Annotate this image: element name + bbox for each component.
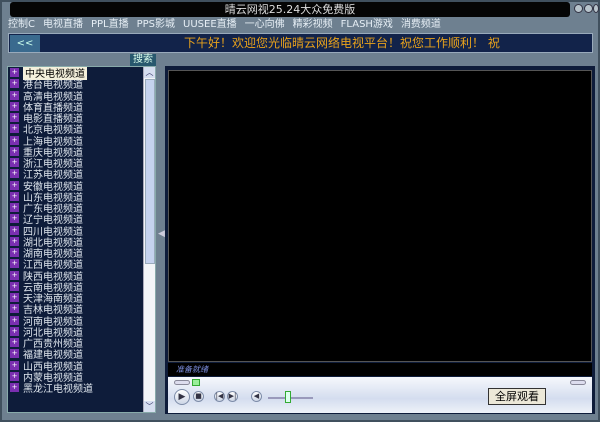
expand-icon[interactable]: + [10,214,19,224]
expand-icon[interactable]: + [10,383,19,393]
expand-icon[interactable]: + [10,293,19,303]
next-button[interactable]: ▶| [227,391,238,402]
mute-button[interactable]: ◀ [251,391,262,402]
toggle-panel-icon[interactable]: ◀ [158,229,165,239]
expand-icon[interactable]: + [10,281,19,291]
scroll-down-icon[interactable]: ﹀ [144,401,155,412]
expand-icon[interactable]: + [10,146,19,156]
play-button[interactable]: ▶ [174,389,190,405]
expand-icon[interactable]: + [10,90,19,100]
expand-icon[interactable]: + [10,349,19,359]
expand-icon[interactable]: + [10,236,19,246]
previous-button[interactable]: |◀ [214,391,225,402]
scroll-up-icon[interactable]: ︿ [144,67,155,78]
collapse-button[interactable]: << [10,35,40,52]
expand-icon[interactable]: + [10,304,19,314]
banner: << 下午好！欢迎您光临晴云网络电视平台！祝您工作顺利！ 祝 [8,33,593,53]
close-button[interactable] [593,4,599,13]
expand-icon[interactable]: + [10,113,19,123]
menu-item[interactable]: 控制C [8,18,35,32]
expand-icon[interactable]: + [10,270,19,280]
expand-icon[interactable]: + [10,371,19,381]
stop-button[interactable]: ■ [193,391,204,402]
title-bar: 晴云网视25.24大众免费版 [10,2,570,17]
expand-icon[interactable]: + [10,259,19,269]
scrollbar[interactable]: ︿ ﹀ [143,67,155,412]
expand-icon[interactable]: + [10,191,19,201]
player-controls: ▶ ■ |◀ ▶| ◀ 全屏观看 [168,377,592,413]
minimize-button[interactable] [574,4,583,13]
menu-item[interactable]: 精彩视频 [293,18,333,32]
expand-icon[interactable]: + [10,124,19,134]
menu-item[interactable]: 电视直播 [43,18,83,32]
menu-bar: 控制C 电视直播 PPL直播 PPS影城 UUSEE直播 一心向佛 精彩视频 FLASH游戏消… [8,18,598,32]
expand-icon[interactable]: + [10,135,19,145]
maximize-button[interactable] [584,4,593,13]
menu-item[interactable]: FLASH游戏 [341,18,393,32]
status-text: 准备就绪 [168,363,592,376]
seek-back-icon[interactable] [174,380,190,385]
welcome-marquee: 下午好！欢迎您光临晴云网络电视平台！祝您工作顺利！ 祝 [184,36,500,50]
channel-item[interactable]: + 黑龙江电视频道 [8,382,155,396]
volume-slider[interactable] [285,391,292,403]
menu-item[interactable]: UUSEE直播 [183,18,237,32]
expand-icon[interactable]: + [10,248,19,258]
expand-icon[interactable]: + [10,326,19,336]
menu-item[interactable]: PPS影城 [137,18,175,32]
expand-icon[interactable]: + [10,68,19,78]
video-area[interactable] [168,70,592,362]
menu-item[interactable]: 一心向佛 [245,18,285,32]
expand-icon[interactable]: + [10,225,19,235]
search-button[interactable]: 搜索 [130,54,156,66]
expand-icon[interactable]: + [10,360,19,370]
seek-forward-icon[interactable] [570,380,586,385]
fullscreen-button[interactable]: 全屏观看 [488,388,546,405]
expand-icon[interactable]: + [10,169,19,179]
channel-label: 黑龙江电视频道 [23,384,93,396]
expand-icon[interactable]: + [10,180,19,190]
expand-icon[interactable]: + [10,101,19,111]
seek-slider[interactable] [192,379,200,386]
menu-item[interactable]: 消费频道 [401,18,441,32]
menu-item[interactable]: PPL直播 [91,18,129,32]
expand-icon[interactable]: + [10,203,19,213]
expand-icon[interactable]: + [10,338,19,348]
expand-icon[interactable]: + [10,79,19,89]
scroll-thumb[interactable] [145,79,155,264]
channel-list: + 中央电视频道 + 港台电视频道 + 高清电视频道 + 体育直播频道 + 电影直播频道 + 北京电视… [7,66,156,413]
expand-icon[interactable]: + [10,315,19,325]
expand-icon[interactable]: + [10,158,19,168]
